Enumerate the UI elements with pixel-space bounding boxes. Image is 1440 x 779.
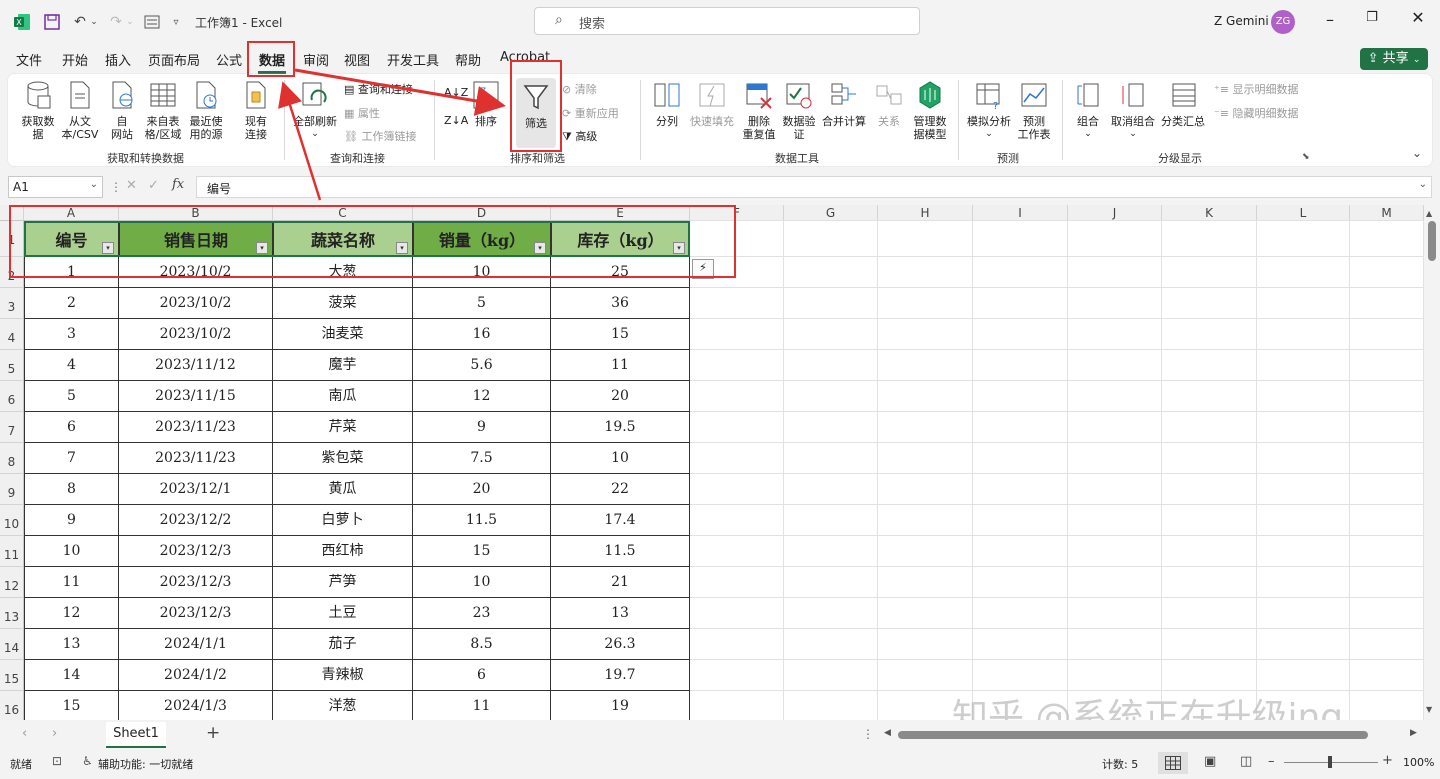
arrow-to-filter — [294, 68, 506, 116]
arrow-to-data-tab — [278, 81, 322, 201]
annotation-arrows — [278, 68, 506, 201]
